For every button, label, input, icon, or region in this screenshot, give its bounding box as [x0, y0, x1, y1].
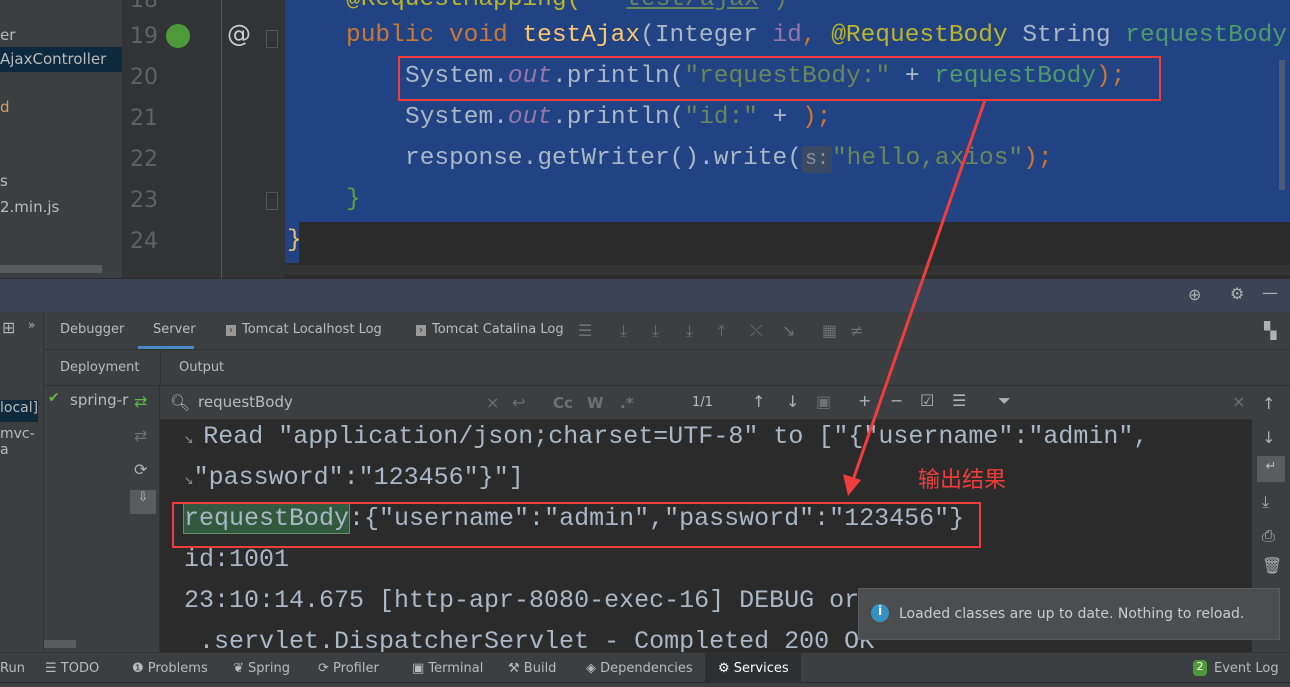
arrow-line: [851, 99, 987, 481]
annotation-arrow: [843, 99, 987, 496]
tool-dependencies[interactable]: ◈ Dependencies: [586, 661, 693, 676]
tool-services[interactable]: ⚙ Services: [718, 661, 789, 676]
tool-terminal[interactable]: ▣ Terminal: [412, 661, 483, 676]
tool-window-bar: Run ☰ TODO ❶ Problems ❦ Spring ⟳ Profile…: [0, 652, 1290, 682]
arrow-head: [843, 474, 861, 496]
tool-event-log[interactable]: Event Log: [1214, 661, 1279, 676]
tool-run[interactable]: Run: [0, 661, 25, 676]
tool-build[interactable]: ⚒ Build: [508, 661, 556, 676]
tool-spring[interactable]: ❦ Spring: [233, 661, 290, 676]
status-bar: [0, 682, 1290, 687]
tool-todo[interactable]: ☰ TODO: [45, 661, 99, 676]
tool-problems[interactable]: ❶ Problems: [132, 661, 208, 676]
event-count-badge: 2: [1193, 660, 1207, 676]
tool-profiler[interactable]: ⟳ Profiler: [318, 661, 379, 676]
